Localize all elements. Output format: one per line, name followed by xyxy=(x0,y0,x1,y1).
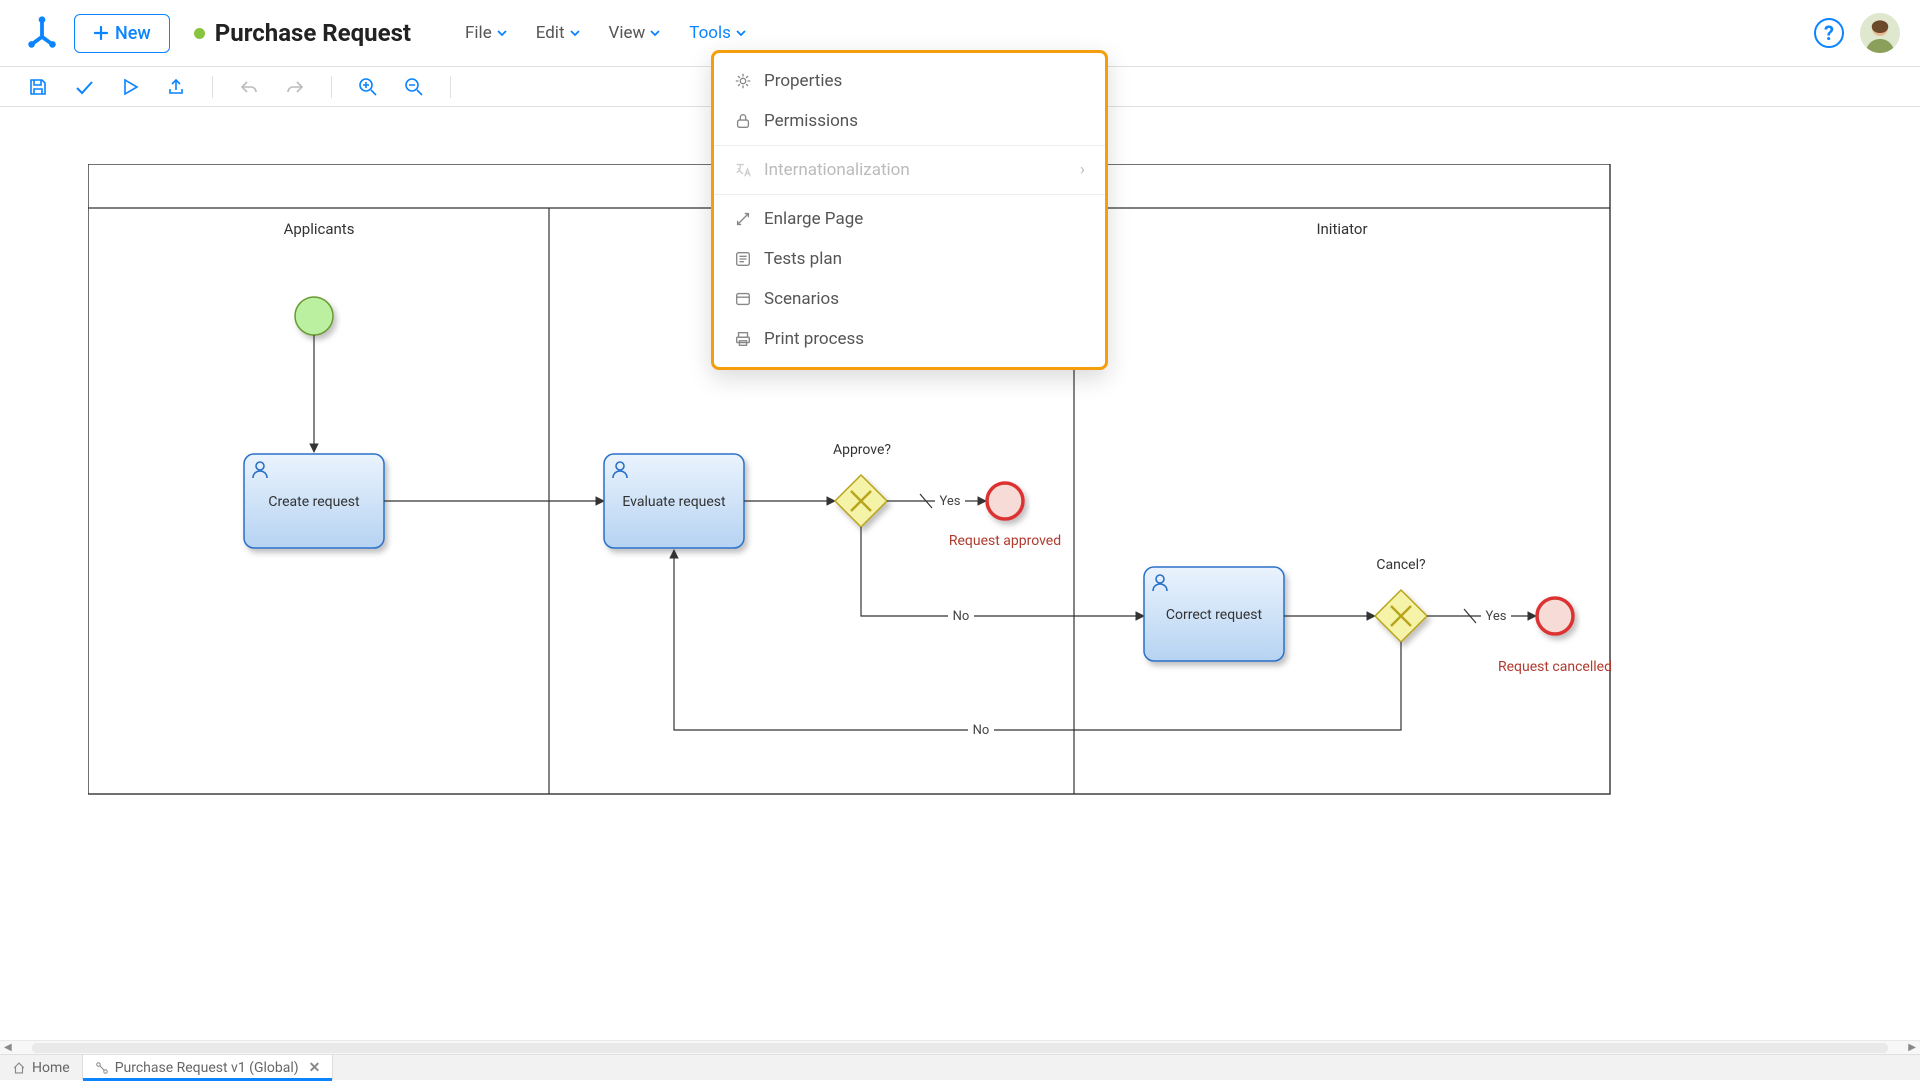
tools-dropdown: Properties Permissions Internationalizat… xyxy=(711,50,1108,370)
tab-home-label: Home xyxy=(32,1060,70,1076)
plus-icon xyxy=(93,25,109,41)
edge-approve-yes-label: Yes xyxy=(940,494,961,509)
chevron-down-icon xyxy=(649,27,661,39)
dd-print-process[interactable]: Print process xyxy=(714,319,1105,359)
menu-tools-label: Tools xyxy=(689,23,731,43)
dd-scenarios[interactable]: Scenarios xyxy=(714,279,1105,319)
scroll-track[interactable] xyxy=(32,1043,1889,1053)
run-icon[interactable] xyxy=(120,77,140,97)
zoom-in-icon[interactable] xyxy=(358,77,378,97)
chevron-down-icon xyxy=(496,27,508,39)
tab-home[interactable]: Home xyxy=(0,1055,83,1080)
end-cancelled-label: Request cancelled xyxy=(1498,659,1612,675)
edge-cancel-yes-label: Yes xyxy=(1486,609,1507,624)
tab-process-label: Purchase Request v1 (Global) xyxy=(115,1060,299,1076)
print-icon xyxy=(734,330,752,348)
menu-file-label: File xyxy=(465,23,492,43)
dd-enlarge-page[interactable]: Enlarge Page xyxy=(714,199,1105,239)
zoom-out-icon[interactable] xyxy=(404,77,424,97)
edge-cancel-no-label: No xyxy=(973,723,990,738)
task-correct-request[interactable]: Correct request xyxy=(1144,567,1284,661)
tab-close-icon[interactable]: ✕ xyxy=(309,1060,321,1076)
app-logo xyxy=(22,13,62,53)
end-event-approved[interactable] xyxy=(987,483,1023,519)
lane-initiator-label: Initiator xyxy=(1316,220,1367,238)
help-button[interactable]: ? xyxy=(1814,18,1844,48)
gear-icon xyxy=(734,72,752,90)
dd-permissions-label: Permissions xyxy=(764,111,858,131)
list-icon xyxy=(734,250,752,268)
save-icon[interactable] xyxy=(28,77,48,97)
horizontal-scrollbar[interactable]: ◀ ▶ xyxy=(0,1040,1920,1054)
dd-scenarios-label: Scenarios xyxy=(764,289,839,309)
task-create-request[interactable]: Create request xyxy=(244,454,384,548)
undo-icon[interactable] xyxy=(239,77,259,97)
menu-edit-label: Edit xyxy=(536,23,565,43)
end-approved-label: Request approved xyxy=(949,533,1061,549)
chevron-right-icon: › xyxy=(1080,160,1085,180)
chevron-down-icon xyxy=(569,27,581,39)
redo-icon[interactable] xyxy=(285,77,305,97)
toolbar-separator xyxy=(331,76,332,98)
process-icon xyxy=(95,1061,109,1075)
task-correct-request-label: Correct request xyxy=(1166,607,1263,623)
task-evaluate-request[interactable]: Evaluate request xyxy=(604,454,744,548)
home-icon xyxy=(12,1061,26,1075)
dd-properties-label: Properties xyxy=(764,71,842,91)
header-right: ? xyxy=(1814,13,1900,53)
dd-permissions[interactable]: Permissions xyxy=(714,101,1105,141)
lane-applicants-label: Applicants xyxy=(284,220,355,238)
dd-print-label: Print process xyxy=(764,329,864,349)
menu-view[interactable]: View xyxy=(607,17,664,49)
dd-i18n-label: Internationalization xyxy=(764,160,910,180)
dd-enlarge-label: Enlarge Page xyxy=(764,209,863,229)
start-event[interactable] xyxy=(295,297,333,335)
status-dot-icon xyxy=(194,28,205,39)
edge-approve-no-label: No xyxy=(953,609,970,624)
menubar: File Edit View Tools xyxy=(463,17,749,49)
translate-icon xyxy=(734,161,752,179)
dropdown-separator xyxy=(714,194,1105,195)
new-button[interactable]: New xyxy=(74,14,170,53)
new-button-label: New xyxy=(115,23,151,44)
task-create-request-label: Create request xyxy=(268,494,360,510)
validate-icon[interactable] xyxy=(74,77,94,97)
dd-internationalization: Internationalization › xyxy=(714,150,1105,190)
task-evaluate-request-label: Evaluate request xyxy=(622,494,726,510)
scroll-left-icon[interactable]: ◀ xyxy=(0,1042,16,1053)
menu-view-label: View xyxy=(609,23,646,43)
page-title: Purchase Request xyxy=(215,19,411,47)
toolbar-separator xyxy=(450,76,451,98)
dd-tests-plan[interactable]: Tests plan xyxy=(714,239,1105,279)
export-icon[interactable] xyxy=(166,77,186,97)
end-event-cancelled[interactable] xyxy=(1537,598,1573,634)
dropdown-separator xyxy=(714,145,1105,146)
scroll-right-icon[interactable]: ▶ xyxy=(1904,1042,1920,1053)
lock-icon xyxy=(734,112,752,130)
dd-tests-label: Tests plan xyxy=(764,249,842,269)
gateway-approve-label: Approve? xyxy=(833,442,891,458)
tab-process[interactable]: Purchase Request v1 (Global) ✕ xyxy=(83,1055,334,1080)
chevron-down-icon xyxy=(735,27,747,39)
scenarios-icon xyxy=(734,290,752,308)
expand-icon xyxy=(734,210,752,228)
menu-file[interactable]: File xyxy=(463,17,510,49)
bottom-tabs: Home Purchase Request v1 (Global) ✕ xyxy=(0,1054,1920,1080)
title-block: Purchase Request xyxy=(194,19,411,47)
gateway-cancel-label: Cancel? xyxy=(1376,557,1426,573)
menu-tools[interactable]: Tools xyxy=(687,17,749,49)
toolbar-separator xyxy=(212,76,213,98)
user-avatar[interactable] xyxy=(1860,13,1900,53)
dd-properties[interactable]: Properties xyxy=(714,61,1105,101)
menu-edit[interactable]: Edit xyxy=(534,17,583,49)
